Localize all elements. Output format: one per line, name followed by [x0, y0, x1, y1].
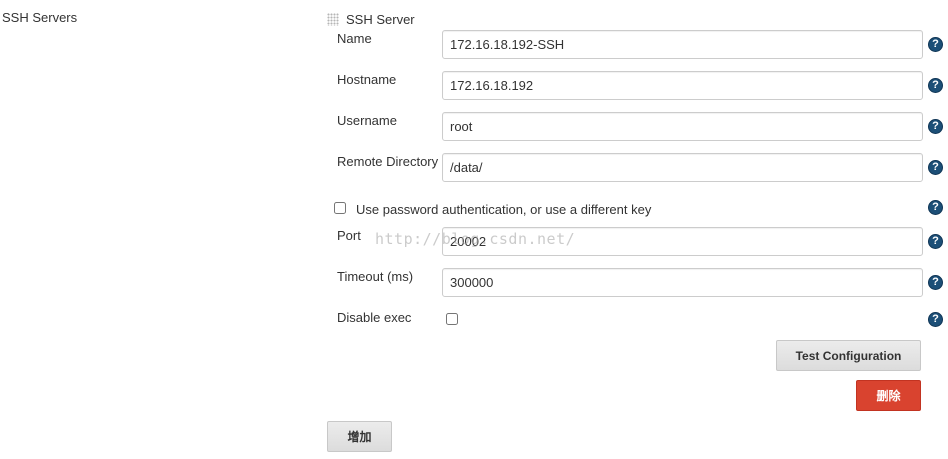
port-label: Port: [337, 228, 361, 243]
port-input[interactable]: [442, 227, 923, 256]
hostname-help-icon[interactable]: ?: [928, 78, 943, 93]
remote-directory-label: Remote Directory: [337, 154, 439, 169]
hostname-input[interactable]: [442, 71, 923, 100]
use-password-checkbox[interactable]: [334, 202, 346, 214]
timeout-help-icon[interactable]: ?: [928, 275, 943, 290]
delete-button[interactable]: 删除: [856, 380, 921, 411]
username-label: Username: [337, 113, 397, 128]
add-button[interactable]: 增加: [327, 421, 392, 452]
port-help-icon[interactable]: ?: [928, 234, 943, 249]
disable-exec-checkbox[interactable]: [446, 313, 458, 325]
ssh-servers-section-label: SSH Servers: [2, 10, 78, 25]
timeout-input[interactable]: [442, 268, 923, 297]
ssh-server-title: SSH Server: [346, 12, 415, 27]
use-password-label: Use password authentication, or use a di…: [356, 202, 652, 217]
name-help-icon[interactable]: ?: [928, 37, 943, 52]
timeout-label: Timeout (ms): [337, 269, 414, 284]
name-input[interactable]: [442, 30, 923, 59]
hostname-label: Hostname: [337, 72, 397, 87]
disable-exec-help-icon[interactable]: ?: [928, 312, 943, 327]
name-label: Name: [337, 31, 372, 46]
username-input[interactable]: [442, 112, 923, 141]
drag-handle-icon[interactable]: [327, 13, 339, 26]
remote-directory-input[interactable]: [442, 153, 923, 182]
remote-directory-help-icon[interactable]: ?: [928, 160, 943, 175]
username-help-icon[interactable]: ?: [928, 119, 943, 134]
disable-exec-label: Disable exec: [337, 310, 412, 325]
use-password-help-icon[interactable]: ?: [928, 200, 943, 215]
test-configuration-button[interactable]: Test Configuration: [776, 340, 921, 371]
